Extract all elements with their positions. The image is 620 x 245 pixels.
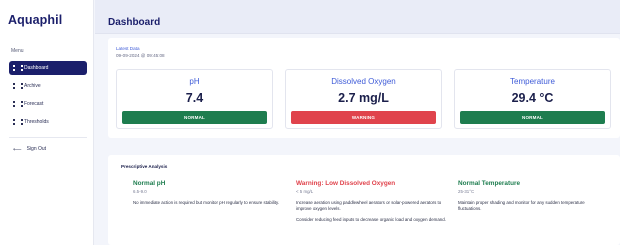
status-badge: NORMAL [122,111,267,124]
page-title: Dashboard [108,17,161,28]
card-value: 7.4 [185,91,204,105]
sidebar-item-label: Forecast [24,101,44,107]
prescriptive-analysis-panel: Prescriptive Analysis Normal pH 6.5-9.0 … [108,155,620,245]
sidebar-item-thresholds[interactable]: Thresholds [9,115,87,129]
grid-icon [13,65,23,71]
sidebar-item-label: Dashboard [24,65,49,71]
analysis-recommendation: Maintain proper shading and monitor for … [458,200,585,211]
card-title: pH [189,77,200,86]
sign-out-button[interactable]: ⟵ Sign Out [9,143,87,155]
analysis-title: Prescriptive Analysis [121,164,168,169]
sign-out-label: Sign Out [26,146,47,152]
status-badge: WARNING [291,111,436,124]
ph-card: pH 7.4 NORMAL [116,69,273,129]
analysis-heading: Warning: Low Dissolved Oxygen [296,180,396,187]
analysis-ph: Normal pH 6.5-9.0 No immediate action is… [133,180,283,206]
sidebar-item-forecast[interactable]: Forecast [9,97,87,111]
sidebar-divider [9,137,87,138]
grid-icon [13,83,23,89]
grid-icon [13,119,23,125]
sidebar-item-archive[interactable]: Archive [9,79,87,93]
analysis-range: 6.5-9.0 [133,189,147,194]
analysis-range: 25-31°C [458,189,475,194]
top-header: Dashboard [95,0,620,34]
sidebar-item-dashboard[interactable]: Dashboard [9,61,87,75]
temperature-card: Temperature 29.4 °C NORMAL [454,69,611,129]
latest-data-timestamp: 09-09-2024 @ 09:45:08 [116,53,165,58]
card-value: 2.7 mg/L [338,91,389,105]
dissolved-oxygen-card: Dissolved Oxygen 2.7 mg/L WARNING [285,69,442,129]
menu-label: Menu [11,48,24,54]
latest-data-label: Latest Data [116,46,140,51]
status-badge: NORMAL [460,111,605,124]
grid-icon [13,101,23,107]
sidebar: Aquaphil Menu Dashboard Archive Forecast… [0,0,94,245]
sign-out-arrow-icon: ⟵ [13,146,22,153]
sidebar-item-label: Thresholds [24,119,49,125]
analysis-heading: Normal pH [133,180,166,187]
analysis-recommendation-secondary: Consider reducing feed inputs to decreas… [296,217,446,222]
sidebar-nav: Dashboard Archive Forecast Thresholds [9,61,87,133]
analysis-recommendation: Increase aeration using paddlewheel aera… [296,200,442,211]
analysis-dissolved-oxygen: Warning: Low Dissolved Oxygen < 5 mg/L I… [296,180,446,223]
analysis-recommendation: No immediate action is required but moni… [133,200,280,205]
analysis-heading: Normal Temperature [458,180,521,187]
card-title: Temperature [510,77,555,86]
brand-logo: Aquaphil [8,13,63,27]
analysis-range: < 5 mg/L [296,189,314,194]
card-value: 29.4 °C [511,91,554,105]
latest-data-panel: Latest Data 09-09-2024 @ 09:45:08 pH 7.4… [108,38,620,138]
sidebar-item-label: Archive [24,83,41,89]
analysis-temperature: Normal Temperature 25-31°C Maintain prop… [458,180,608,212]
card-title: Dissolved Oxygen [331,77,396,86]
